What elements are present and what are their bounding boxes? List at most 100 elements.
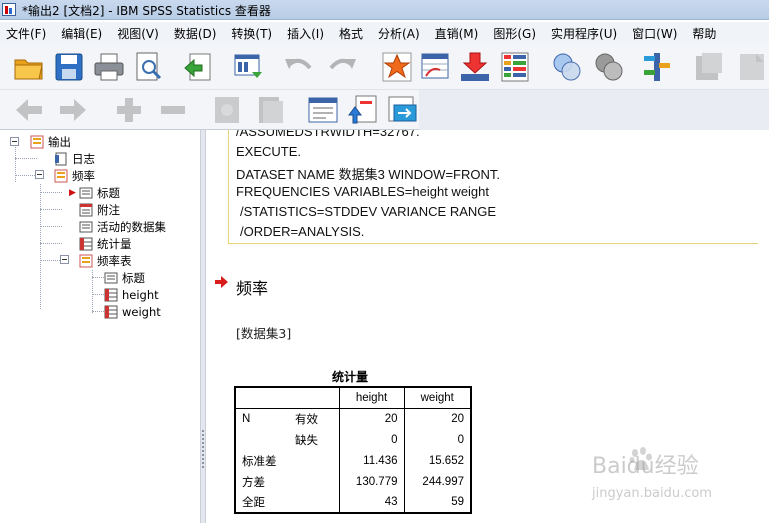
statistics-table[interactable]: height weight N 有效 20 20 缺失 0 0 标准差 11.4… bbox=[234, 386, 472, 514]
outline-node-notes[interactable]: 附注 bbox=[79, 201, 120, 218]
menu-graphs[interactable]: 图形(G) bbox=[493, 25, 536, 42]
cell-weight: 59 bbox=[403, 492, 471, 513]
hide-icon[interactable] bbox=[592, 50, 626, 84]
insert-textbox-icon[interactable] bbox=[386, 93, 420, 127]
insert-title-icon[interactable] bbox=[346, 93, 380, 127]
goto-case-icon[interactable] bbox=[418, 50, 452, 84]
recall-dialog-icon[interactable] bbox=[232, 50, 266, 84]
row-sublabel bbox=[289, 492, 339, 513]
demote-icon[interactable] bbox=[56, 93, 90, 127]
outline-label: 频率 bbox=[72, 168, 95, 183]
outline-label: height bbox=[122, 287, 159, 302]
cell-weight: 20 bbox=[403, 408, 471, 429]
menu-window[interactable]: 窗口(W) bbox=[632, 25, 677, 42]
outline-label: weight bbox=[122, 304, 161, 319]
outline-node-statistics[interactable]: 统计量 bbox=[79, 235, 132, 252]
insert-heading-icon[interactable] bbox=[306, 93, 340, 127]
outline-node-height-table[interactable]: height bbox=[104, 286, 159, 303]
row-sublabel: 有效 bbox=[295, 413, 318, 426]
log-icon bbox=[55, 152, 67, 165]
outline-node-output[interactable]: 输出 bbox=[30, 133, 71, 150]
promote-icon[interactable] bbox=[12, 93, 46, 127]
outline-label: 日志 bbox=[72, 151, 95, 166]
collapse-icon[interactable] bbox=[156, 93, 190, 127]
syntax-line: DATASET NAME 数据集3 WINDOW=FRONT. bbox=[236, 167, 500, 182]
window-title: *输出2 [文档2] - IBM SPSS Statistics 查看器 bbox=[22, 4, 271, 18]
notes-icon bbox=[79, 203, 93, 216]
expand-icon[interactable] bbox=[112, 93, 146, 127]
variables-icon[interactable] bbox=[498, 50, 532, 84]
outline-node-weight-table[interactable]: weight bbox=[104, 303, 161, 320]
outline-label: 频率表 bbox=[97, 253, 132, 268]
goto-data-icon[interactable] bbox=[380, 50, 414, 84]
menu-file[interactable]: 文件(F) bbox=[6, 25, 46, 42]
outline-node-subtitle[interactable]: 标题 bbox=[104, 269, 145, 286]
collapse-frequency-table-toggle[interactable] bbox=[60, 255, 69, 264]
designate-window-icon[interactable] bbox=[640, 50, 674, 84]
syntax-log-block[interactable]: /ASSUMEDSTRWIDTH=32767. EXECUTE. DATASET… bbox=[228, 130, 758, 244]
cell-weight: 244.997 bbox=[403, 471, 471, 492]
insert-text-icon[interactable] bbox=[736, 50, 769, 84]
undo-icon[interactable] bbox=[282, 50, 316, 84]
show-icon[interactable] bbox=[210, 93, 244, 127]
active-dataset-label[interactable]: [数据集3] bbox=[236, 323, 291, 342]
insert-output-icon[interactable] bbox=[692, 50, 726, 84]
title-bar: *输出2 [文档2] - IBM SPSS Statistics 查看器 bbox=[0, 0, 769, 20]
export-icon[interactable] bbox=[182, 50, 216, 84]
menu-data[interactable]: 数据(D) bbox=[174, 25, 217, 42]
title-icon bbox=[79, 187, 93, 198]
syntax-line: /STATISTICS=STDDEV VARIANCE RANGE bbox=[240, 204, 497, 219]
output-content-pane: /ASSUMEDSTRWIDTH=32767. EXECUTE. DATASET… bbox=[206, 130, 769, 523]
row-label: N bbox=[242, 412, 251, 425]
menu-insert[interactable]: 插入(I) bbox=[287, 25, 324, 42]
collapse-output-toggle[interactable] bbox=[10, 137, 19, 146]
spss-app-icon bbox=[2, 3, 16, 16]
menu-edit[interactable]: 编辑(E) bbox=[61, 25, 102, 42]
table-title[interactable]: 统计量 bbox=[332, 368, 368, 385]
column-header-weight: weight bbox=[403, 387, 471, 408]
row-label: 全距 bbox=[242, 497, 265, 509]
syntax-line: FREQUENCIES VARIABLES=height weight bbox=[236, 184, 490, 199]
menu-transform[interactable]: 转换(T) bbox=[231, 25, 272, 42]
menu-format[interactable]: 格式 bbox=[339, 25, 363, 42]
redo-icon[interactable] bbox=[325, 50, 359, 84]
menu-analyze[interactable]: 分析(A) bbox=[378, 25, 420, 42]
outline-node-title[interactable]: 标题 bbox=[79, 184, 120, 201]
outline-node-log[interactable]: 日志 bbox=[54, 150, 95, 167]
cell-height: 43 bbox=[338, 492, 404, 513]
hide-block-icon[interactable] bbox=[254, 93, 288, 127]
show-all-icon[interactable] bbox=[550, 50, 584, 84]
outline-node-frequency-table[interactable]: 频率表 bbox=[79, 252, 132, 269]
title-icon bbox=[104, 272, 118, 283]
outline-label: 活动的数据集 bbox=[97, 219, 166, 234]
section-title[interactable]: 频率 bbox=[236, 275, 268, 299]
row-sublabel bbox=[289, 471, 339, 492]
outline-node-frequencies[interactable]: 频率 bbox=[54, 167, 95, 184]
row-label: 标准差 bbox=[242, 455, 277, 468]
syntax-line: /ORDER=ANALYSIS. bbox=[240, 224, 365, 239]
cell-height: 11.436 bbox=[338, 450, 404, 471]
syntax-line: EXECUTE. bbox=[236, 144, 302, 159]
menu-bar: 文件(F) 编辑(E) 视图(V) 数据(D) 转换(T) 插入(I) 格式 分… bbox=[0, 22, 769, 44]
procedure-folder-icon bbox=[79, 254, 93, 267]
outline-node-active-dataset[interactable]: 活动的数据集 bbox=[79, 218, 166, 235]
menu-view[interactable]: 视图(V) bbox=[117, 25, 159, 42]
outline-label: 标题 bbox=[97, 185, 120, 200]
menu-help[interactable]: 帮助 bbox=[692, 25, 716, 42]
menu-direct-marketing[interactable]: 直销(M) bbox=[435, 25, 479, 42]
print-icon[interactable] bbox=[92, 50, 126, 84]
outline-toolbar bbox=[0, 90, 769, 130]
main-toolbar bbox=[0, 44, 769, 90]
print-preview-icon[interactable] bbox=[132, 50, 166, 84]
goto-variable-icon[interactable] bbox=[458, 50, 492, 84]
dataset-icon bbox=[79, 221, 93, 232]
save-icon[interactable] bbox=[52, 50, 86, 84]
open-folder-icon[interactable] bbox=[12, 50, 46, 84]
pivot-table-icon bbox=[104, 305, 118, 318]
pivot-table-icon bbox=[104, 288, 118, 301]
outline-label: 输出 bbox=[48, 134, 71, 149]
menu-utilities[interactable]: 实用程序(U) bbox=[551, 25, 617, 42]
collapse-frequencies-toggle[interactable] bbox=[35, 170, 44, 179]
table-row: 缺失 0 0 bbox=[235, 429, 471, 450]
procedure-folder-icon bbox=[54, 169, 68, 182]
